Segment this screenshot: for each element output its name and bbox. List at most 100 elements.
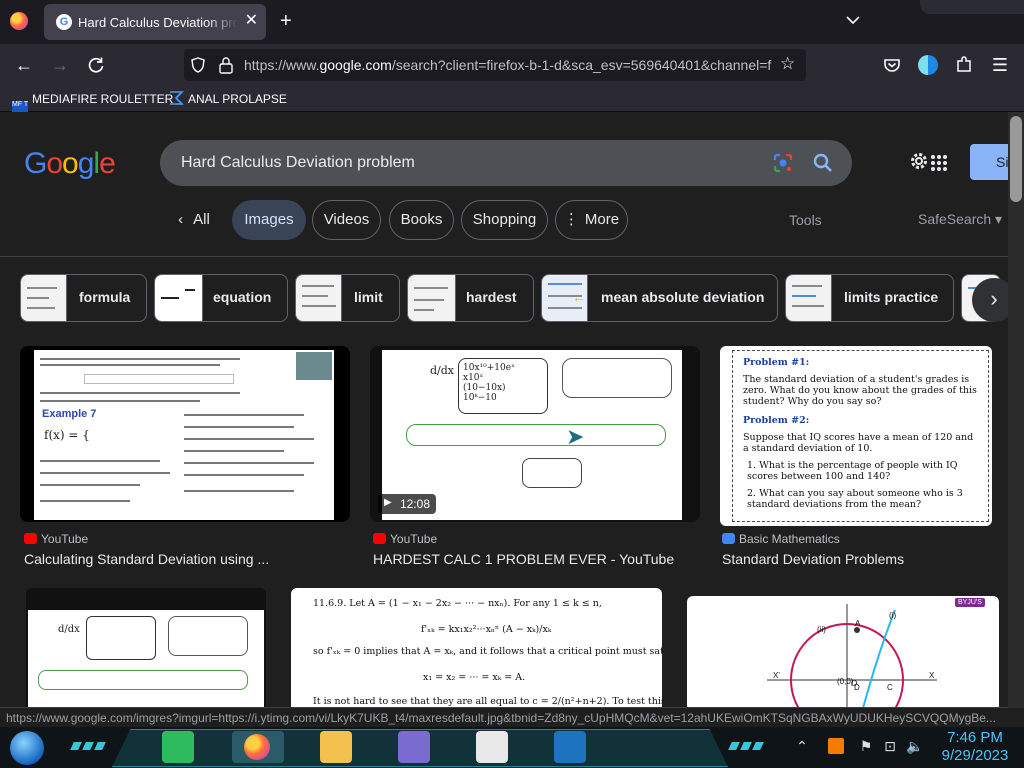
google-logo[interactable]: Google bbox=[24, 144, 116, 184]
tray-app-icon[interactable] bbox=[828, 738, 844, 754]
list-all-tabs-icon[interactable] bbox=[845, 12, 861, 28]
youtube-icon bbox=[24, 533, 37, 544]
svg-text:(i): (i) bbox=[889, 611, 896, 620]
image-result-4[interactable]: d/dx bbox=[26, 588, 266, 708]
result-title[interactable]: Calculating Standard Deviation using ... bbox=[24, 551, 269, 567]
result-source: YouTube bbox=[24, 532, 88, 546]
svg-text:(ii): (ii) bbox=[817, 625, 826, 634]
task-list-icon[interactable] bbox=[476, 731, 508, 763]
start-button-icon[interactable] bbox=[10, 731, 44, 765]
notes-app-icon[interactable] bbox=[162, 731, 194, 763]
video-frame: Example 7 f(x) = { bbox=[34, 350, 334, 520]
result-thumbnail[interactable]: (0,0) O X' X (ii) (i) D C A BYJU'S bbox=[687, 596, 999, 708]
svg-text:C: C bbox=[887, 683, 893, 692]
tab-title: Hard Calculus Deviation problem - Google… bbox=[78, 15, 238, 30]
virtualbox-icon[interactable] bbox=[554, 731, 586, 763]
firefox-taskbar-icon[interactable] bbox=[232, 731, 284, 763]
google-results-page: Google Hard Calculus Deviation problem S… bbox=[0, 112, 1008, 708]
result-thumbnail[interactable]: Problem #1: The standard deviation of a … bbox=[720, 346, 992, 526]
bookmark-star-icon[interactable]: ☆ bbox=[780, 54, 795, 74]
google-lens-icon[interactable] bbox=[772, 152, 794, 174]
google-apps-grid-icon[interactable] bbox=[930, 154, 948, 172]
address-bar[interactable]: https://www.google.com/search?client=fir… bbox=[184, 49, 806, 81]
scrollbar-thumb[interactable] bbox=[1010, 116, 1022, 202]
tab-more[interactable]: ⋮ More bbox=[555, 200, 628, 240]
tab-videos[interactable]: Videos bbox=[312, 200, 381, 240]
safesearch-button[interactable]: SafeSearch ▾ bbox=[918, 211, 1002, 228]
play-icon: ▶ bbox=[34, 503, 43, 515]
chevron-right-icon[interactable]: › bbox=[972, 278, 1008, 322]
result-thumbnail[interactable]: Example 7 f(x) = { ▶ bbox=[20, 346, 350, 522]
file-explorer-icon[interactable] bbox=[320, 731, 352, 763]
taskbar: ⌃ ⚑ ⊡ 🔈 7:46 PM 9/29/2023 bbox=[0, 727, 1024, 768]
result-thumbnail[interactable]: d/dx 10x¹⁰+10eˣx10ˣ(10−10x)10ᵏ−10 ➤ 12:0… bbox=[370, 346, 700, 522]
clock-time: 7:46 PM bbox=[947, 729, 1003, 746]
show-hidden-icons-icon[interactable]: ⌃ bbox=[794, 738, 810, 754]
related-chip-hardest[interactable]: hardest bbox=[407, 274, 534, 322]
link-status-url: https://www.google.com/imgres?imgurl=htt… bbox=[0, 707, 1008, 727]
volume-icon[interactable]: 🔈 bbox=[906, 738, 923, 754]
search-filter-tabs: ‹ All Images Videos Books Shopping ⋮ More … bbox=[0, 200, 1008, 244]
page-scrollbar[interactable] bbox=[1008, 112, 1024, 708]
extensions-icon[interactable] bbox=[954, 55, 974, 75]
chip-thumbnail bbox=[21, 275, 67, 321]
basic-mathematics-icon bbox=[722, 533, 735, 544]
related-chip-mean-absolute-deviation[interactable]: ← mean absolute deviation bbox=[541, 274, 778, 322]
chip-thumbnail bbox=[408, 275, 456, 321]
hamburger-menu-icon[interactable]: ☰ bbox=[990, 55, 1010, 75]
sigma-icon bbox=[170, 91, 184, 105]
result-source: YouTube bbox=[373, 532, 437, 546]
related-chip-equation[interactable]: equation bbox=[154, 274, 288, 322]
search-box[interactable]: Hard Calculus Deviation problem bbox=[160, 140, 852, 186]
youtube-icon bbox=[373, 533, 386, 544]
new-tab-button[interactable]: + bbox=[280, 10, 292, 32]
image-result-3[interactable]: Problem #1: The standard deviation of a … bbox=[720, 346, 1005, 576]
settings-gear-icon[interactable] bbox=[908, 150, 930, 172]
shield-icon[interactable] bbox=[190, 57, 206, 73]
image-result-2[interactable]: d/dx 10x¹⁰+10eˣx10ˣ(10−10x)10ᵏ−10 ➤ 12:0… bbox=[370, 346, 700, 576]
tab-images[interactable]: Images bbox=[232, 200, 306, 240]
svg-text:X: X bbox=[929, 671, 935, 680]
reload-icon[interactable] bbox=[86, 55, 106, 75]
tab-bar: G Hard Calculus Deviation problem - Goog… bbox=[0, 0, 1024, 44]
result-thumbnail[interactable]: 11.6.9. Let A = (1 − x₁ − 2x₂ − ··· − nx… bbox=[291, 588, 662, 708]
search-icon[interactable] bbox=[811, 151, 835, 175]
related-chip-formula[interactable]: formula bbox=[20, 274, 147, 322]
image-result-1[interactable]: Example 7 f(x) = { ▶ YouTube Calculating… bbox=[20, 346, 350, 576]
lock-icon[interactable] bbox=[218, 56, 234, 74]
image-result-6[interactable]: (0,0) O X' X (ii) (i) D C A BYJU'S bbox=[687, 596, 999, 708]
chip-thumbnail bbox=[155, 275, 203, 321]
taskbar-decoration-left bbox=[70, 742, 106, 750]
search-query[interactable]: Hard Calculus Deviation problem bbox=[181, 154, 415, 172]
related-chip-limit[interactable]: limit bbox=[295, 274, 400, 322]
flag-icon[interactable]: ⚑ bbox=[858, 738, 874, 754]
close-tab-icon[interactable]: ✕ bbox=[245, 12, 258, 30]
bookmark-mediafire[interactable]: MF T MEDIAFIRE ROULETTER bbox=[12, 90, 173, 117]
tab-books[interactable]: Books bbox=[389, 200, 454, 240]
image-result-5[interactable]: 11.6.9. Let A = (1 − x₁ − 2x₂ − ··· − nx… bbox=[291, 588, 662, 708]
sign-in-button[interactable]: Si bbox=[970, 144, 1008, 180]
result-source: Basic Mathematics bbox=[722, 532, 840, 546]
media-app-icon[interactable] bbox=[398, 731, 430, 763]
result-title[interactable]: Standard Deviation Problems bbox=[722, 551, 904, 567]
back-icon[interactable]: ← bbox=[14, 55, 34, 75]
result-title[interactable]: HARDEST CALC 1 PROBLEM EVER - YouTube bbox=[373, 551, 674, 567]
result-thumbnail[interactable]: d/dx bbox=[26, 588, 266, 708]
bookmarks-toolbar: MF T MEDIAFIRE ROULETTER ANAL PROLAPSE bbox=[0, 86, 1024, 117]
bookmark-second[interactable]: ANAL PROLAPSE bbox=[168, 90, 287, 108]
tools-button[interactable]: Tools bbox=[789, 212, 822, 228]
related-chip-limits-practice[interactable]: limits practice bbox=[785, 274, 954, 322]
system-clock[interactable]: 7:46 PM 9/29/2023 bbox=[930, 729, 1020, 765]
chip-thumbnail bbox=[296, 275, 342, 321]
forward-icon[interactable]: → bbox=[50, 55, 70, 75]
google-favicon-icon: G bbox=[56, 14, 72, 30]
tab-active[interactable]: G Hard Calculus Deviation problem - Goog… bbox=[44, 4, 266, 40]
tab-shopping[interactable]: Shopping bbox=[461, 200, 548, 240]
tab-all[interactable]: ‹ All bbox=[163, 200, 225, 240]
url-text[interactable]: https://www.google.com/search?client=fir… bbox=[244, 57, 780, 73]
window-decoration bbox=[920, 0, 1024, 14]
pocket-icon[interactable] bbox=[882, 55, 902, 75]
account-icon[interactable] bbox=[918, 55, 938, 75]
firefox-menu-icon[interactable] bbox=[10, 12, 28, 30]
network-icon[interactable]: ⊡ bbox=[882, 738, 898, 754]
